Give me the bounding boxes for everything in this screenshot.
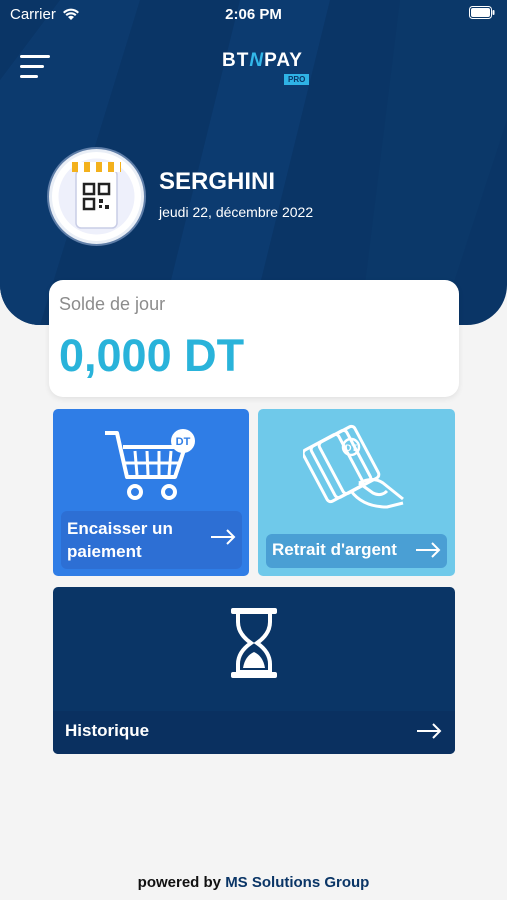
menu-line (20, 75, 38, 78)
footer-prefix: powered by (137, 874, 222, 891)
menu-button[interactable] (20, 55, 50, 81)
collect-payment-label-box: Encaisser un paiement (61, 511, 242, 569)
logo-part: N (249, 50, 265, 71)
arrow-right-icon (417, 723, 442, 739)
logo-text: BTNPAY (222, 50, 318, 72)
logo-part: BT (222, 50, 250, 71)
profile-name: SERGHINI (159, 168, 276, 195)
avatar (49, 149, 144, 244)
status-bar: Carrier 2:06 PM (0, 0, 507, 28)
cart-dt-icon: DT (105, 429, 195, 500)
cash-withdrawal-tile[interactable]: DT Retrait d'argent (258, 409, 455, 576)
collect-payment-label: Encaisser un paiement (67, 519, 173, 561)
collect-payment-tile[interactable]: DT Encaisser un paiement (53, 409, 249, 576)
profile-date: jeudi 22, décembre 2022 (159, 204, 314, 220)
menu-line (20, 65, 44, 68)
balance-card: Solde de jour 0,000 DT (49, 280, 459, 397)
balance-label: Solde de jour (59, 294, 166, 314)
balance-value: 0,000 DT (59, 330, 245, 381)
logo-badge: PRO (284, 74, 310, 85)
status-time: 2:06 PM (225, 6, 282, 23)
app-logo: BTNPAY PRO (222, 50, 318, 86)
arrow-right-icon (416, 542, 441, 558)
cash-withdrawal-label-box: Retrait d'argent (266, 534, 447, 568)
qr-shop-icon (58, 158, 135, 235)
menu-line (20, 55, 50, 58)
history-label-box: Historique (53, 711, 455, 754)
footer-company: MS Solutions Group (225, 874, 370, 891)
battery-icon (469, 6, 495, 23)
hourglass-icon (231, 608, 277, 678)
cash-hand-icon: DT (303, 424, 404, 509)
cash-withdrawal-label: Retrait d'argent (272, 540, 397, 559)
svg-text:DT: DT (176, 436, 191, 448)
svg-text:DT: DT (345, 443, 357, 453)
logo-part: PAY (264, 50, 303, 71)
arrow-right-icon (211, 529, 236, 545)
footer: powered by MS Solutions Group (0, 874, 507, 891)
history-label: Historique (65, 721, 150, 740)
history-tile[interactable]: Historique (53, 587, 455, 754)
